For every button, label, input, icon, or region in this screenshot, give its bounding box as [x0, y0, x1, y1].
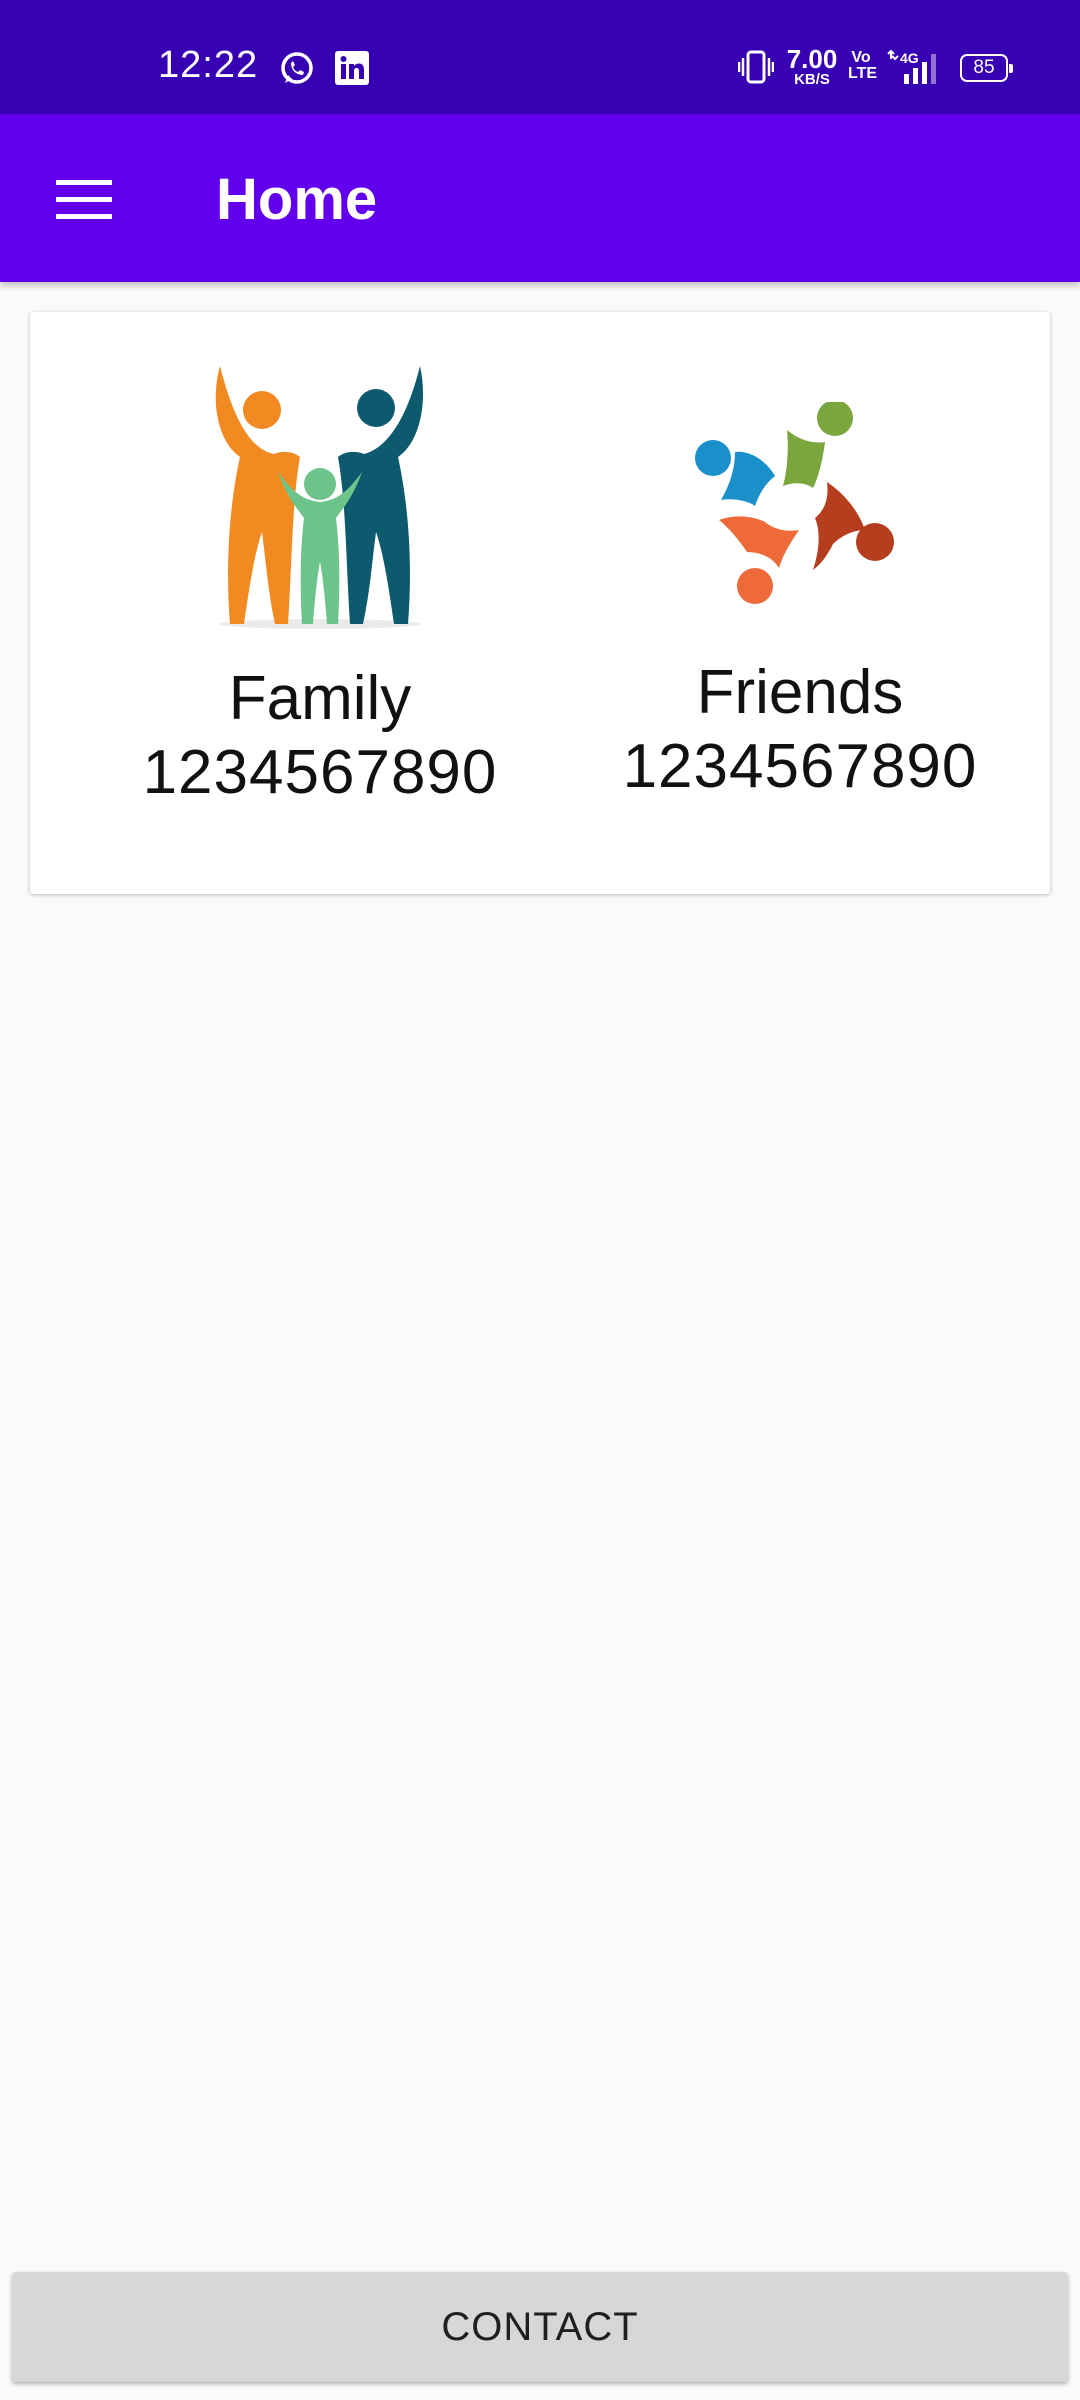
linkedin-icon — [335, 51, 369, 85]
network-speed-unit: KB/S — [794, 71, 830, 88]
friends-circle-icon — [695, 402, 894, 604]
signal-4g-icon: 4G — [887, 50, 936, 84]
network-speed: 7.00 KB/S — [784, 46, 840, 87]
contact-button[interactable]: CONTACT — [12, 2272, 1068, 2382]
group-friends[interactable]: Friends 1234567890 — [550, 402, 1050, 805]
group-name: Family — [228, 664, 412, 733]
group-number: 1234567890 — [142, 738, 498, 808]
group-name: Friends — [696, 658, 904, 727]
battery-indicator: 85 — [960, 54, 1013, 82]
whatsapp-icon — [281, 52, 313, 84]
group-family[interactable]: Family 1234567890 — [70, 362, 570, 811]
status-bar: 12:22 7.00 KB/S Vo LTE 4G 85 — [0, 0, 1080, 114]
vibrate-icon — [738, 50, 774, 84]
page-title: Home — [216, 167, 378, 232]
status-time: 12:22 — [158, 44, 259, 86]
network-speed-value: 7.00 — [786, 44, 838, 74]
groups-card: Family 1234567890 Friends 1234567890 — [30, 312, 1050, 894]
volte-indicator: Vo LTE — [848, 49, 878, 82]
family-people-icon — [215, 366, 424, 629]
hamburger-menu-icon[interactable] — [46, 170, 122, 230]
app-bar: Home — [0, 114, 1080, 282]
group-number: 1234567890 — [622, 732, 978, 802]
network-type-label: 4G — [900, 50, 919, 66]
